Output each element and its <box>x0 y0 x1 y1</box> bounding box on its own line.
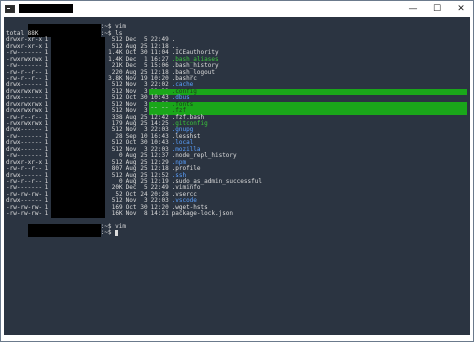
cursor <box>115 230 119 237</box>
window-title-redacted <box>19 4 73 13</box>
maximize-button[interactable]: ☐ <box>425 1 449 16</box>
redacted-prompt <box>27 230 101 237</box>
prompt-line: :~$ <box>6 224 470 237</box>
title-bar[interactable]: — ☐ ✕ <box>1 1 473 16</box>
file-listing: drwxr-xr-x 1 512 Dec 5 22:49. drwxr-xr-x 1 512… <box>6 36 470 218</box>
minimize-button[interactable]: — <box>401 1 425 16</box>
terminal-output[interactable]: :~$ vim :~$ ls total 88K drwxr-xr-x 1 512… <box>4 17 470 335</box>
terminal-icon <box>5 4 15 13</box>
terminal-window: — ☐ ✕ :~$ vim :~$ ls total 88K drwxr-xr-… <box>0 0 474 342</box>
window-controls: — ☐ ✕ <box>401 1 473 16</box>
close-button[interactable]: ✕ <box>449 1 473 16</box>
